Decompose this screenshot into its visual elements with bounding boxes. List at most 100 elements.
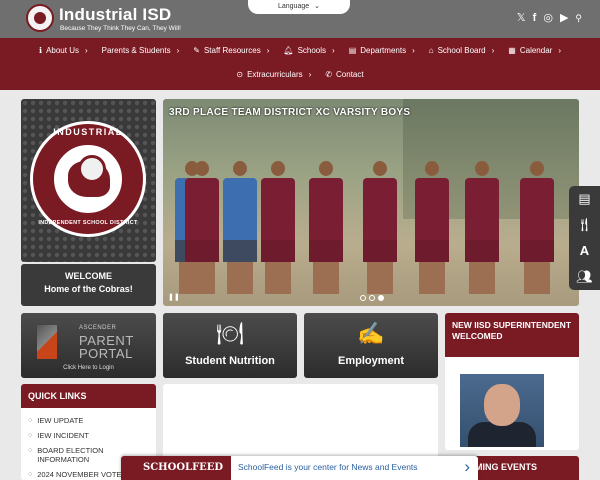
nav-school-board[interactable]: ⌂ School Board › bbox=[429, 46, 495, 55]
font-size-icon[interactable]: A bbox=[569, 238, 600, 264]
youtube-icon[interactable]: ▶ bbox=[560, 13, 568, 24]
nav-label: Departments bbox=[360, 46, 407, 55]
chevron-right-icon: › bbox=[412, 46, 415, 55]
nav-label: Staff Resources bbox=[203, 46, 261, 55]
nav-row-secondary: ⊙ Extracurriculars › ✆ Contact bbox=[0, 70, 600, 79]
chevron-down-icon: ⌄ bbox=[314, 3, 321, 10]
application-icon: ✍ bbox=[357, 321, 385, 346]
welcome-title: WELCOME bbox=[65, 271, 112, 281]
site-title[interactable]: Industrial ISD bbox=[59, 5, 171, 25]
bullet-icon: ○ bbox=[28, 471, 33, 478]
slide-dot[interactable] bbox=[378, 295, 384, 301]
schoolfeed-brand: SCHOOLFEED bbox=[121, 456, 231, 480]
welcome-subtitle: Home of the Cobras! bbox=[44, 284, 133, 294]
student-nutrition-tile[interactable]: 🍽︎ Student Nutrition bbox=[163, 313, 297, 378]
site-tagline: Because They Think They Can, They Will! bbox=[60, 25, 181, 32]
news-headline: NEW IISD SUPERINTENDENT WELCOMED bbox=[445, 313, 579, 357]
nav-label: School Board bbox=[437, 46, 486, 55]
cobra-logo-icon[interactable] bbox=[26, 4, 54, 32]
nav-label: About Us bbox=[46, 46, 79, 55]
plate-icon: 🍽︎ bbox=[216, 321, 244, 346]
quick-link[interactable]: ○ IEW UPDATE bbox=[28, 416, 156, 425]
schoolfeed-bar[interactable]: SCHOOLFEED SchoolFeed is your center for… bbox=[121, 456, 478, 480]
portal-line2: PORTAL bbox=[79, 346, 133, 361]
bullet-icon: ○ bbox=[28, 417, 33, 424]
facebook-icon[interactable]: f bbox=[533, 13, 537, 24]
ascender-logo-icon bbox=[37, 325, 57, 359]
slide-indicators bbox=[360, 295, 384, 301]
language-label: Language bbox=[277, 3, 310, 10]
pencil-icon: ✎ bbox=[193, 46, 200, 55]
slide-runner bbox=[463, 161, 501, 294]
bullet-icon: ○ bbox=[28, 432, 33, 439]
nav-label: Calendar bbox=[519, 46, 553, 55]
nav-contact[interactable]: ✆ Contact bbox=[325, 70, 363, 79]
slide-runner bbox=[361, 161, 399, 294]
quick-link-label: 2024 NOVEMBER VOTE bbox=[37, 470, 122, 479]
nav-about-us[interactable]: ℹ About Us › bbox=[39, 46, 88, 55]
parent-portal-tile[interactable]: ASCENDER PARENT PORTAL Click Here to Log… bbox=[21, 313, 156, 378]
tile-label: Student Nutrition bbox=[185, 355, 275, 367]
quick-links-title: QUICK LINKS bbox=[21, 384, 156, 408]
slide-dot[interactable] bbox=[360, 295, 366, 301]
slide-caption: 3RD PLACE TEAM DISTRICT XC VARSITY BOYS bbox=[169, 107, 411, 118]
info-icon: ℹ bbox=[39, 46, 43, 55]
quick-link[interactable]: ○ IEW INCIDENT bbox=[28, 431, 156, 440]
slide-runner bbox=[413, 161, 451, 294]
nav-schools[interactable]: 🔔︎ Schools › bbox=[283, 46, 334, 55]
chevron-right-icon: › bbox=[84, 46, 88, 55]
floating-toolbar: ▤ 🍴︎ A 👥︎ bbox=[569, 186, 600, 290]
nav-label: Extracurriculars bbox=[247, 70, 303, 79]
news-card[interactable]: NEW IISD SUPERINTENDENT WELCOMED bbox=[445, 313, 579, 450]
slide-runner bbox=[518, 161, 556, 294]
document-icon[interactable]: ▤ bbox=[569, 186, 600, 212]
search-icon[interactable]: ⚲ bbox=[575, 13, 582, 24]
nav-calendar[interactable]: ▦ Calendar › bbox=[508, 46, 561, 55]
bell-icon: 🔔︎ bbox=[283, 46, 294, 55]
instagram-icon[interactable]: ◎ bbox=[543, 13, 553, 24]
nav-label: Contact bbox=[336, 70, 364, 79]
nav-label: Parents & Students bbox=[101, 46, 171, 55]
employment-tile[interactable]: ✍ Employment bbox=[304, 313, 438, 378]
nav-row-primary: ℹ About Us › Parents & Students › ✎ Staff Re… bbox=[0, 46, 600, 55]
nav-staff-resources[interactable]: ✎ Staff Resources › bbox=[193, 46, 269, 55]
cobra-emblem-icon bbox=[51, 142, 125, 216]
phone-icon: ✆ bbox=[325, 70, 333, 79]
chevron-right-icon: › bbox=[491, 46, 495, 55]
building-icon: ⌂ bbox=[428, 46, 434, 55]
language-selector[interactable]: Language ⌄ bbox=[248, 0, 350, 14]
tile-label: Employment bbox=[337, 355, 404, 367]
chevron-right-icon: › bbox=[266, 46, 270, 55]
seal-top-text: INDUSTRIAL bbox=[53, 127, 123, 137]
superintendent-photo bbox=[460, 374, 544, 447]
site-header: Industrial ISD Because They Think They C… bbox=[0, 0, 600, 38]
nav-extracurriculars[interactable]: ⊙ Extracurriculars › bbox=[236, 70, 311, 79]
bullet-icon: ○ bbox=[28, 447, 33, 454]
chevron-right-icon: › bbox=[176, 46, 180, 55]
nav-parents-students[interactable]: Parents & Students › bbox=[102, 46, 180, 55]
utensils-icon[interactable]: 🍴︎ bbox=[569, 212, 600, 238]
chevron-right-icon: › bbox=[558, 46, 561, 55]
quick-link-label: IEW INCIDENT bbox=[37, 431, 89, 440]
district-seal: INDUSTRIAL INDEPENDENT SCHOOL DISTRICT bbox=[30, 121, 146, 237]
chevron-right-icon[interactable]: › bbox=[464, 457, 470, 477]
welcome-banner: WELCOME Home of the Cobras! bbox=[21, 264, 156, 306]
slide-runner bbox=[307, 161, 345, 294]
schoolfeed-text: SchoolFeed is your center for News and E… bbox=[238, 462, 418, 472]
pause-icon[interactable]: ❚❚ bbox=[168, 293, 180, 301]
chevron-right-icon: › bbox=[308, 70, 312, 79]
slide-dot[interactable] bbox=[369, 295, 375, 301]
nav-departments[interactable]: ▤ Departments › bbox=[349, 46, 415, 55]
slide-runner bbox=[259, 161, 297, 294]
x-icon[interactable]: 𝕏 bbox=[517, 13, 526, 24]
portal-login-text: Click Here to Login bbox=[63, 365, 114, 371]
seal-bottom-text: INDEPENDENT SCHOOL DISTRICT bbox=[38, 220, 138, 226]
play-circle-icon: ⊙ bbox=[236, 70, 244, 79]
people-icon[interactable]: 👥︎ bbox=[569, 264, 600, 290]
hero-slideshow[interactable]: 3RD PLACE TEAM DISTRICT XC VARSITY BOYS … bbox=[163, 99, 579, 306]
slide-person bbox=[221, 161, 259, 294]
district-logo-panel[interactable]: INDUSTRIAL INDEPENDENT SCHOOL DISTRICT bbox=[21, 99, 156, 262]
quick-link-label: IEW UPDATE bbox=[37, 416, 84, 425]
slide-runner bbox=[183, 161, 221, 294]
ascender-label: ASCENDER bbox=[79, 325, 117, 331]
